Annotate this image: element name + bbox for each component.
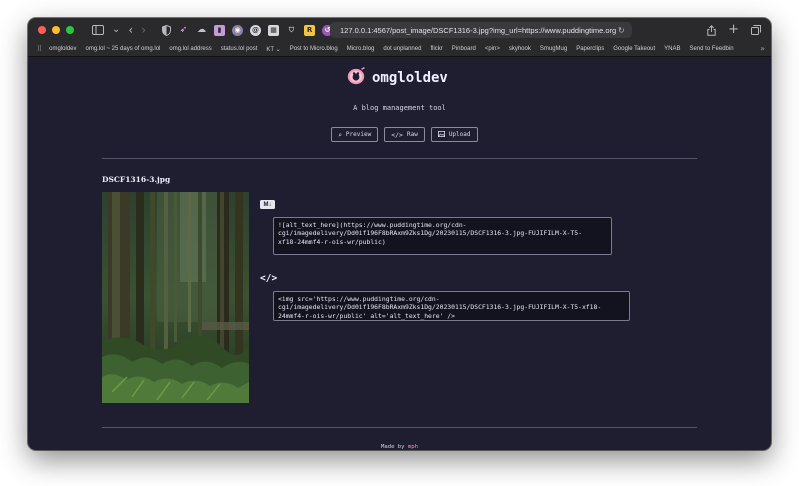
toolbar-right-buttons: + [707, 23, 761, 37]
preview-button-label: Preview [345, 131, 372, 138]
bookmark-item[interactable]: skyhook [509, 46, 531, 52]
close-window-button[interactable] [38, 26, 46, 34]
upload-button-label: Upload [448, 131, 471, 138]
back-icon[interactable]: ‹ [128, 23, 133, 37]
page-content: omgloldev A blog management tool ⌕ Previ… [28, 57, 771, 450]
bookmark-item[interactable]: Send to Feedbin [690, 46, 734, 52]
apps-grid-icon[interactable]: ⠿ [37, 45, 42, 53]
html-snippet-field[interactable]: <img src='https://www.puddingtime.org/cd… [273, 291, 630, 321]
markdown-icon: M↓ [260, 200, 275, 209]
bookmark-item[interactable]: dot unplanned [383, 46, 421, 52]
bookmark-item[interactable]: KT ⌄ [266, 46, 280, 53]
bookmark-item[interactable]: status.lol post [221, 46, 258, 52]
zoom-window-button[interactable] [66, 26, 74, 34]
divider [102, 158, 697, 159]
html-code-icon: </> [260, 273, 278, 284]
bookmark-item[interactable]: <pin> [485, 46, 500, 52]
url-text: 127.0.0.1:4567/post_image/DSCF1316-3.jpg… [340, 25, 616, 35]
circle-extension-icon[interactable]: ◉ [232, 24, 244, 36]
markdown-snippet-field[interactable]: ![alt_text_here](https://www.puddingtime… [273, 217, 612, 255]
chevron-down-icon[interactable]: ⌄ [112, 23, 120, 37]
search-icon: ⌕ [338, 130, 342, 139]
cloud-extension-icon[interactable]: ☁ [196, 25, 207, 36]
bookmark-extension-icon[interactable]: ▮ [214, 24, 226, 36]
minimize-window-button[interactable] [52, 26, 60, 34]
bookmark-item[interactable]: YNAB [664, 46, 680, 52]
share-icon[interactable] [707, 23, 716, 37]
upload-button[interactable]: Upload [430, 127, 478, 142]
sidebar-icon[interactable] [92, 23, 104, 37]
footer: Made by mph [28, 444, 771, 450]
shield-icon[interactable] [162, 23, 172, 37]
bookmark-item[interactable]: omg.lol ~ 25 days of omg.lol [86, 46, 161, 52]
image-filename: DSCF1316-3.jpg [102, 175, 171, 184]
preview-button[interactable]: ⌕ Preview [331, 127, 379, 142]
image-icon [437, 130, 445, 139]
browser-toolbar: ⌄ ‹ › ➶ ☁ ▮ ◉ @ ▦ ⛉ R ↺ 127.0.0.1:4567/p… [28, 18, 771, 42]
bookmark-item[interactable]: Post to Micro.blog [290, 46, 338, 52]
globe-extension-icon[interactable]: @ [250, 24, 262, 36]
more-bookmarks-icon[interactable]: » [760, 44, 765, 53]
raw-button[interactable]: </> Raw [384, 127, 425, 142]
browser-window: ⌄ ‹ › ➶ ☁ ▮ ◉ @ ▦ ⛉ R ↺ 127.0.0.1:4567/p… [28, 18, 771, 450]
forward-icon[interactable]: › [141, 23, 146, 37]
site-tagline: A blog management tool [353, 104, 446, 112]
author-link[interactable]: mph [408, 444, 418, 450]
site-title: omgloldev [372, 70, 448, 86]
bookmark-item[interactable]: Paperclips [576, 46, 604, 52]
bookmark-item[interactable]: Micro.blog [347, 46, 375, 52]
window-controls [38, 26, 74, 34]
bookmark-item[interactable]: flickr [430, 46, 442, 52]
forest-photo [102, 192, 249, 403]
footer-text: Made by [380, 444, 408, 450]
bookmark-item[interactable]: Pinboard [452, 46, 476, 52]
rocket-extension-icon[interactable]: ➶ [178, 25, 189, 36]
raw-button-label: Raw [406, 131, 418, 138]
reload-icon[interactable]: ↻ [618, 26, 625, 35]
pocket-extension-icon[interactable]: ⛉ [286, 25, 297, 36]
bookmark-item[interactable]: omgloldev [49, 46, 76, 52]
new-tab-icon[interactable]: + [728, 23, 739, 37]
omg-heart-logo-icon [346, 66, 366, 89]
address-bar[interactable]: 127.0.0.1:4567/post_image/DSCF1316-3.jpg… [330, 22, 632, 38]
reeder-extension-icon[interactable]: R [304, 24, 316, 36]
bookmark-item[interactable]: SmugMug [540, 46, 567, 52]
action-buttons: ⌕ Preview </> Raw Upload [331, 127, 478, 142]
bookmark-item[interactable]: Google Takeout [613, 46, 655, 52]
grid-extension-icon[interactable]: ▦ [268, 24, 280, 36]
code-icon: </> [391, 130, 403, 139]
tab-overview-icon[interactable] [751, 23, 761, 37]
bookmark-item[interactable]: omg.lol address [169, 46, 211, 52]
site-header[interactable]: omgloldev [346, 66, 448, 89]
bookmarks-bar: ⠿ omgloldev omg.lol ~ 25 days of omg.lol… [28, 42, 771, 57]
footer-divider [102, 427, 697, 428]
